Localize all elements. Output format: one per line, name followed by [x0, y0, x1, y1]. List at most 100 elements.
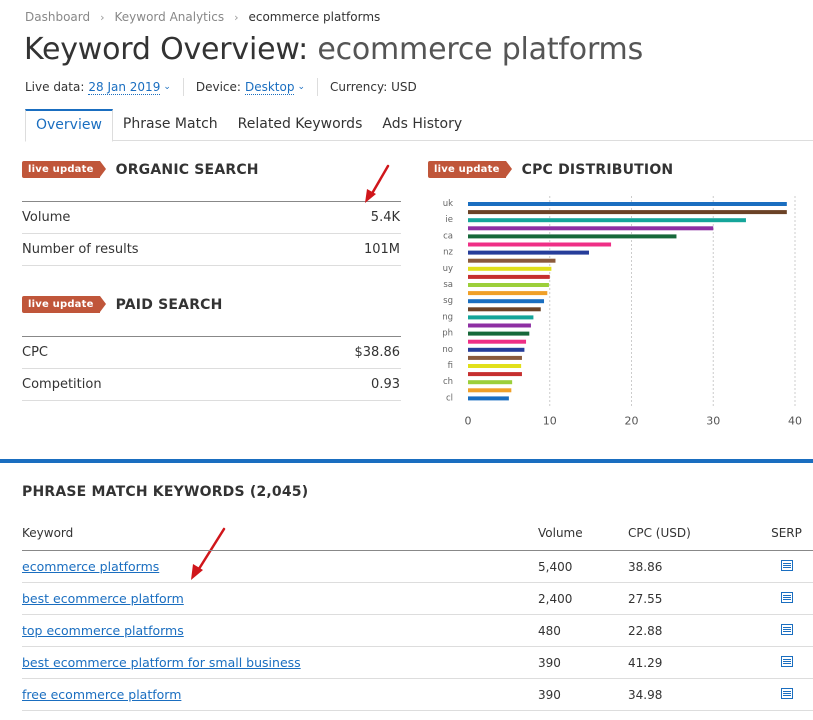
bar[interactable]: [468, 339, 527, 344]
bar[interactable]: [468, 307, 541, 312]
chevron-down-icon[interactable]: ⌄: [163, 82, 171, 92]
y-tick-label: fi: [448, 361, 453, 371]
device-label: Device:: [195, 80, 241, 94]
tab-bar: Overview Phrase Match Related Keywords A…: [25, 109, 813, 142]
cpc-chart-svg: 0 10 20 30 40 uk ie ca nz uy sa sg ng ph no fi ch cl: [442, 196, 802, 428]
bar[interactable]: [468, 315, 534, 320]
live-update-badge: live update: [428, 161, 512, 178]
bar[interactable]: [468, 331, 530, 336]
meta-row: Live data: 28 Jan 2019 ⌄ Device: Desktop…: [25, 78, 417, 96]
y-tick-label: ca: [443, 231, 453, 241]
chevron-right-icon: ›: [234, 10, 239, 24]
divider: [182, 78, 184, 96]
tab-ads-history[interactable]: Ads History: [372, 109, 472, 140]
page-title-query: ecommerce platforms: [317, 32, 644, 67]
keyword-link[interactable]: best ecommerce platform for small busine…: [22, 655, 301, 670]
bar[interactable]: [468, 258, 556, 263]
keyword-link[interactable]: best ecommerce platform: [22, 591, 184, 606]
metric-value: 101M: [363, 242, 400, 257]
breadcrumb: Dashboard › Keyword Analytics › ecommerc…: [25, 10, 380, 24]
x-tick-label: 20: [625, 415, 639, 428]
x-tick-label: 30: [706, 415, 720, 428]
serp-icon[interactable]: [780, 591, 793, 603]
bar[interactable]: [468, 226, 714, 231]
breadcrumb-dashboard[interactable]: Dashboard: [25, 10, 90, 24]
column-header-volume: Volume: [538, 526, 583, 540]
volume-cell: 480: [538, 623, 561, 638]
bar[interactable]: [468, 364, 522, 368]
metric-value: 5.4K: [370, 210, 400, 225]
live-data-selector[interactable]: Live data: 28 Jan 2019 ⌄: [25, 80, 171, 95]
table-header: Keyword Volume CPC (USD) SERP: [22, 516, 813, 551]
metric-row-competition: Competition 0.93: [22, 369, 401, 401]
serp-icon[interactable]: [780, 687, 793, 699]
bar[interactable]: [468, 283, 549, 287]
tab-overview[interactable]: Overview: [25, 109, 113, 142]
live-update-badge: live update: [22, 161, 106, 178]
keyword-link[interactable]: free ecommerce platform: [22, 687, 181, 702]
device-value[interactable]: Desktop: [244, 80, 295, 95]
breadcrumb-current: ecommerce platforms: [248, 10, 381, 24]
keyword-link[interactable]: ecommerce platforms: [22, 559, 159, 574]
serp-icon[interactable]: [780, 559, 793, 571]
metric-label: Number of results: [22, 242, 139, 257]
cpc-distribution-title: CPC DISTRIBUTION: [521, 161, 674, 178]
bar[interactable]: [468, 396, 509, 401]
metric-label: CPC: [22, 345, 48, 360]
x-tick-label: 10: [543, 415, 557, 428]
bar[interactable]: [468, 291, 548, 296]
keyword-link[interactable]: top ecommerce platforms: [22, 623, 184, 638]
cpc-distribution-chart: 0 10 20 30 40 uk ie ca nz uy sa sg ng ph no fi ch cl: [427, 196, 813, 436]
live-update-badge: live update: [22, 296, 106, 313]
tab-phrase-match[interactable]: Phrase Match: [113, 109, 228, 140]
bar[interactable]: [468, 202, 787, 206]
bar[interactable]: [468, 380, 513, 385]
bar[interactable]: [468, 323, 531, 328]
organic-metrics: Volume 5.4K Number of results 101M: [22, 201, 401, 266]
bar[interactable]: [468, 372, 522, 377]
live-data-label: Live data:: [25, 80, 85, 94]
metric-row-results: Number of results 101M: [22, 234, 401, 266]
y-tick-label: ng: [442, 312, 453, 322]
bar[interactable]: [468, 210, 787, 215]
bar[interactable]: [468, 242, 612, 247]
bar[interactable]: [468, 299, 545, 304]
serp-icon[interactable]: [780, 623, 793, 635]
serp-icon[interactable]: [780, 655, 793, 667]
bar[interactable]: [468, 250, 589, 255]
volume-cell: 5,400: [538, 559, 573, 574]
bar[interactable]: [468, 234, 677, 239]
breadcrumb-keyword-analytics[interactable]: Keyword Analytics: [115, 10, 225, 24]
cpc-cell: 27.55: [628, 591, 663, 606]
cpc-cell: 34.98: [628, 687, 663, 702]
bar[interactable]: [468, 355, 522, 360]
metric-value: $38.86: [354, 345, 401, 360]
column-header-cpc: CPC (USD): [628, 526, 691, 540]
paid-search-title: PAID SEARCH: [115, 296, 223, 313]
table-row: free ecommerce platform 390 34.98: [22, 679, 813, 711]
live-data-value[interactable]: 28 Jan 2019: [88, 80, 161, 95]
bar[interactable]: [468, 218, 746, 223]
tab-related-keywords[interactable]: Related Keywords: [228, 109, 373, 140]
chevron-down-icon[interactable]: ⌄: [297, 82, 305, 92]
y-tick-label: cl: [446, 393, 453, 403]
bar[interactable]: [468, 347, 525, 352]
y-tick-label: uk: [443, 199, 453, 209]
paid-metrics: CPC $38.86 Competition 0.93: [22, 336, 401, 401]
cpc-distribution-header: live update CPC DISTRIBUTION: [428, 161, 673, 178]
device-selector[interactable]: Device: Desktop ⌄: [196, 80, 305, 95]
cpc-cell: 41.29: [628, 655, 663, 670]
metric-row-cpc: CPC $38.86: [22, 337, 401, 369]
bar[interactable]: [468, 274, 550, 279]
bar[interactable]: [468, 266, 552, 271]
table-row: best ecommerce platform 2,400 27.55: [22, 583, 813, 615]
currency: Currency: USD: [330, 80, 417, 94]
bar[interactable]: [468, 388, 512, 393]
metric-label: Volume: [22, 210, 71, 225]
chevron-right-icon: ›: [100, 10, 105, 24]
table-row: ecommerce platforms 5,400 38.86: [22, 551, 813, 583]
volume-cell: 390: [538, 687, 561, 702]
section-divider: [0, 459, 813, 463]
page-title: Keyword Overview: ecommerce platforms: [24, 32, 643, 67]
y-tick-label: ch: [443, 377, 453, 387]
